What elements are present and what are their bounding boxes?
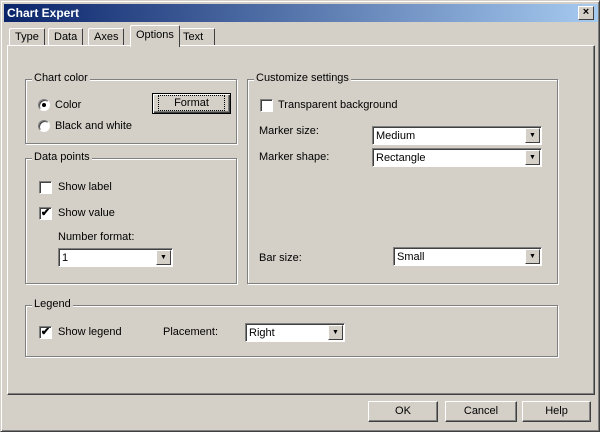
tab-text[interactable]: Text xyxy=(177,28,215,46)
chevron-down-icon[interactable]: ▼ xyxy=(156,250,171,265)
marker-size-select[interactable]: Medium ▼ xyxy=(372,126,542,145)
marker-shape-label: Marker shape: xyxy=(259,151,330,163)
black-and-white-label: Black and white xyxy=(55,120,133,132)
chevron-down-icon[interactable]: ▼ xyxy=(525,128,540,143)
marker-size-label: Marker size: xyxy=(259,125,319,137)
cancel-button[interactable]: Cancel xyxy=(445,401,517,422)
format-button[interactable]: Format xyxy=(152,93,231,114)
group-title: Legend xyxy=(32,298,73,310)
marker-shape-select[interactable]: Rectangle ▼ xyxy=(372,148,542,167)
transparent-background-label: Transparent background xyxy=(278,99,398,111)
number-format-value: 1 xyxy=(62,252,69,264)
placement-label: Placement: xyxy=(163,326,219,338)
ok-button[interactable]: OK xyxy=(368,401,438,422)
tab-axes[interactable]: Axes xyxy=(88,28,125,46)
window-title: Chart Expert xyxy=(7,6,80,20)
chevron-down-icon[interactable]: ▼ xyxy=(525,249,540,264)
chevron-down-icon[interactable]: ▼ xyxy=(525,150,540,165)
group-title: Chart color xyxy=(32,72,90,84)
format-label: Format xyxy=(158,95,225,111)
group-title: Data points xyxy=(32,151,92,163)
placement-value: Right xyxy=(249,327,275,339)
group-title: Customize settings xyxy=(254,72,351,84)
show-legend-checkbox[interactable]: ✔ xyxy=(39,326,52,339)
bar-size-value: Small xyxy=(397,251,425,263)
color-label: Color xyxy=(55,99,82,111)
marker-shape-value: Rectangle xyxy=(376,152,426,164)
placement-select[interactable]: Right ▼ xyxy=(245,323,345,342)
show-value-checkbox[interactable]: ✔ xyxy=(39,207,52,220)
bar-size-select[interactable]: Small ▼ xyxy=(393,247,542,266)
tab-type[interactable]: Type xyxy=(9,28,45,46)
show-label-checkbox[interactable] xyxy=(39,181,52,194)
chevron-down-icon[interactable]: ▼ xyxy=(328,325,343,340)
tab-options[interactable]: Options xyxy=(130,25,180,47)
check-icon: ✔ xyxy=(40,326,51,338)
show-label-label: Show label xyxy=(58,181,112,193)
show-legend-label: Show legend xyxy=(58,326,122,338)
transparent-background-checkbox[interactable] xyxy=(260,99,273,112)
close-button[interactable]: × xyxy=(578,6,594,20)
black-and-white-radio[interactable] xyxy=(38,120,50,132)
number-format-label: Number format: xyxy=(58,231,135,243)
help-button[interactable]: Help xyxy=(522,401,591,422)
chart-expert-dialog: Chart Expert × Type Data Axes Options Te… xyxy=(0,0,600,432)
title-bar: Chart Expert xyxy=(4,4,598,22)
close-icon: × xyxy=(582,6,590,18)
bar-size-label: Bar size: xyxy=(259,252,302,264)
check-icon: ✔ xyxy=(40,207,51,219)
tab-data[interactable]: Data xyxy=(48,28,84,46)
marker-size-value: Medium xyxy=(376,130,416,142)
show-value-label: Show value xyxy=(58,207,115,219)
color-radio[interactable] xyxy=(38,99,50,111)
number-format-select[interactable]: 1 ▼ xyxy=(58,248,173,267)
